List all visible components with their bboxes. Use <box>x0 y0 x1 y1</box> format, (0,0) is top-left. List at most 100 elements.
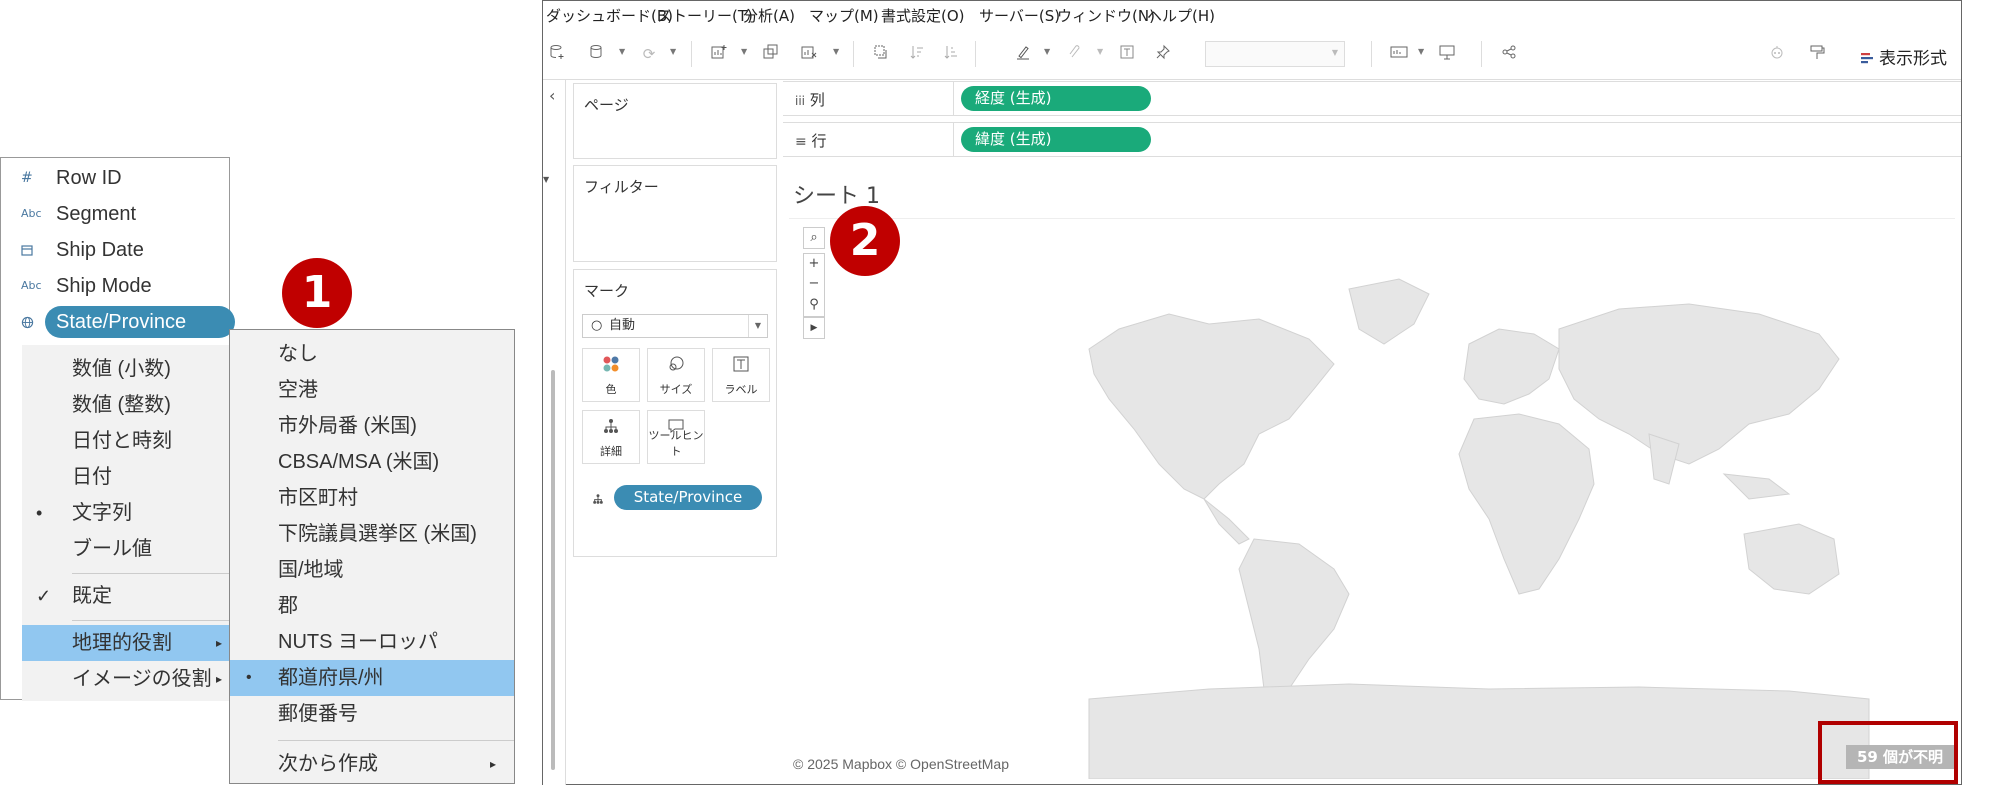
sort-descending-icon[interactable] <box>941 44 961 64</box>
map-search-icon[interactable]: ⌕ <box>803 227 825 249</box>
circle-mark-icon: ○ <box>591 318 603 333</box>
field-label: Ship Date <box>56 239 144 261</box>
expand-toolbar-icon[interactable]: ▶ <box>803 317 825 339</box>
share-icon[interactable] <box>1499 44 1519 64</box>
swap-rows-columns-icon[interactable] <box>871 44 891 64</box>
geo-create-from[interactable]: 次から作成 ▸ <box>230 746 514 782</box>
format-painter-icon[interactable] <box>1807 44 1827 64</box>
geo-congressional-district[interactable]: 下院議員選挙区 (米国) <box>230 516 514 552</box>
chevron-down-icon[interactable]: ▼ <box>543 175 549 184</box>
menu-dashboard[interactable]: ダッシュボード(B) <box>546 5 673 26</box>
zoom-in-icon[interactable]: + <box>803 253 825 275</box>
geo-area-code[interactable]: 市外局番 (米国) <box>230 408 514 444</box>
mark-type-dropdown[interactable]: ○ 自動 ▼ <box>582 314 768 338</box>
geo-none[interactable]: なし <box>230 336 514 372</box>
geo-nuts-europe[interactable]: NUTS ヨーロッパ <box>230 624 514 660</box>
longitude-pill[interactable]: 経度 (生成) <box>961 86 1151 111</box>
chevron-down-icon[interactable]: ▼ <box>670 47 676 56</box>
menu-item-string[interactable]: • 文字列 <box>22 495 230 531</box>
format-button[interactable]: 表示形式 <box>1860 44 1947 69</box>
refresh-icon[interactable]: ⟳ <box>639 44 659 64</box>
scrollbar[interactable] <box>551 370 555 770</box>
detail-pill-state-province[interactable]: State/Province <box>614 485 762 510</box>
pin-map-icon[interactable]: ⚲ <box>803 295 825 317</box>
color-button[interactable]: 色 <box>582 348 640 402</box>
color-label: 色 <box>605 383 617 396</box>
menu-divider <box>72 573 230 574</box>
menu-label: 文字列 <box>72 502 132 524</box>
marks-title: マーク <box>584 282 630 300</box>
field-label: Ship Mode <box>56 275 152 297</box>
detail-button[interactable]: 詳細 <box>582 410 640 464</box>
submenu-label: 次から作成 <box>278 753 378 775</box>
chevron-down-icon[interactable]: ▼ <box>1097 47 1103 56</box>
zoom-out-icon[interactable]: − <box>803 274 825 296</box>
field-ship-mode[interactable]: Abc Ship Mode <box>1 268 230 304</box>
rows-label-text: 行 <box>811 132 827 150</box>
new-data-source-icon[interactable] <box>547 44 567 64</box>
duplicate-icon[interactable] <box>761 44 781 64</box>
pin-icon[interactable] <box>1153 44 1173 64</box>
toolbar-divider <box>1371 41 1372 67</box>
menu-item-integer[interactable]: 数値 (整数) <box>22 387 230 423</box>
shelf-divider <box>953 82 954 115</box>
chevron-down-icon[interactable]: ▼ <box>619 47 625 56</box>
menu-item-image-role[interactable]: イメージの役割 ▸ <box>22 661 230 697</box>
submenu-label: 市外局番 (米国) <box>278 415 417 437</box>
detail-label: 詳細 <box>600 445 622 458</box>
map-view[interactable]: ⌕ + − ⚲ ▶ <box>789 218 1955 779</box>
tooltip-button[interactable]: ツールヒント <box>647 410 705 464</box>
chevron-down-icon[interactable]: ▼ <box>833 47 839 56</box>
field-segment[interactable]: Abc Segment <box>1 196 230 232</box>
field-state-province[interactable]: State/Province <box>1 304 235 340</box>
sort-ascending-icon[interactable] <box>907 44 927 64</box>
geo-county[interactable]: 郡 <box>230 588 514 624</box>
geo-city[interactable]: 市区町村 <box>230 480 514 516</box>
menu-window[interactable]: ウィンドウ(N) <box>1057 5 1155 26</box>
menu-story[interactable]: ストーリー(T) <box>657 5 753 26</box>
clear-sheet-icon[interactable] <box>799 44 819 64</box>
chevron-down-icon[interactable]: ▼ <box>1044 47 1050 56</box>
show-me-icon[interactable] <box>1389 44 1409 64</box>
menu-item-decimal[interactable]: 数値 (小数) <box>22 351 230 387</box>
fit-dropdown[interactable]: ▼ <box>1205 41 1345 67</box>
chevron-down-icon[interactable]: ▼ <box>741 47 747 56</box>
label-button[interactable]: ラベル <box>712 348 770 402</box>
field-row-id[interactable]: # Row ID <box>1 160 230 196</box>
new-worksheet-icon[interactable] <box>709 44 729 64</box>
chevron-down-icon: ▼ <box>1331 48 1338 57</box>
latitude-pill[interactable]: 緯度 (生成) <box>961 127 1151 152</box>
geo-country[interactable]: 国/地域 <box>230 552 514 588</box>
geo-airport[interactable]: 空港 <box>230 372 514 408</box>
menu-map[interactable]: マップ(M) <box>809 5 879 26</box>
submenu-label: 国/地域 <box>278 559 344 581</box>
chevron-down-icon[interactable]: ▼ <box>1418 47 1424 56</box>
size-button[interactable]: サイズ <box>647 348 705 402</box>
submenu-label: 市区町村 <box>278 487 358 509</box>
menu-server[interactable]: サーバー(S) <box>979 5 1060 26</box>
show-mark-labels-icon[interactable] <box>1117 44 1137 64</box>
menu-analysis[interactable]: 分析(A) <box>743 5 795 26</box>
pause-update-icon[interactable] <box>587 44 607 64</box>
menu-item-datetime[interactable]: 日付と時刻 <box>22 423 230 459</box>
unknown-locations-badge[interactable]: 59 個が不明 <box>1846 745 1954 769</box>
worksheet-view: シート 1 ⌕ + − ⚲ ▶ © 2025 Mapbox © OpenStre… <box>783 164 1961 784</box>
selected-bullet-icon: • <box>246 669 252 686</box>
menu-help[interactable]: ヘルプ(H) <box>1147 5 1215 26</box>
menu-item-default[interactable]: ✓ 既定 <box>22 578 230 614</box>
menu-item-boolean[interactable]: ブール値 <box>22 531 230 567</box>
ai-assistant-icon[interactable] <box>1767 44 1787 64</box>
field-label: Row ID <box>56 167 122 189</box>
menu-item-geographic-role[interactable]: 地理的役割 ▸ <box>22 625 230 661</box>
highlight-icon[interactable] <box>1013 44 1033 64</box>
collapse-arrow-icon[interactable]: ‹ <box>549 86 555 105</box>
collapsed-side-pane: ‹ ▼ <box>543 80 566 785</box>
geo-zip-code[interactable]: 郵便番号 <box>230 696 514 732</box>
menu-format[interactable]: 書式設定(O) <box>881 5 965 26</box>
group-members-icon[interactable] <box>1065 44 1085 64</box>
presentation-mode-icon[interactable] <box>1437 44 1457 64</box>
geo-cbsa-msa[interactable]: CBSA/MSA (米国) <box>230 444 514 480</box>
geo-state-province[interactable]: • 都道府県/州 <box>230 660 514 696</box>
menu-item-date[interactable]: 日付 <box>22 459 230 495</box>
field-ship-date[interactable]: Ship Date <box>1 232 230 268</box>
